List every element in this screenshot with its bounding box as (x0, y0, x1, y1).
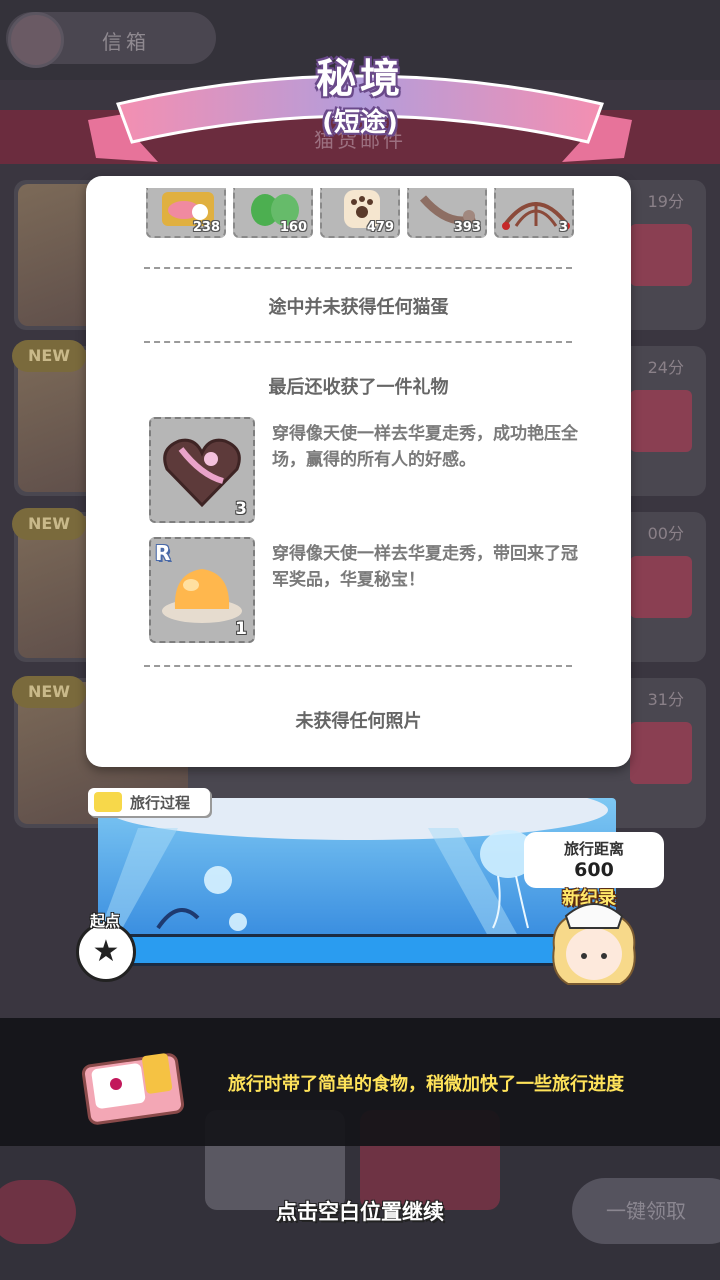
new-badge: NEW (12, 340, 86, 372)
new-badge: NEW (12, 508, 86, 540)
mail-time: 19分 (647, 192, 684, 211)
item-list: 238 160 479 393 3 (146, 188, 576, 238)
gift-icon (630, 722, 692, 784)
new-badge: NEW (12, 676, 86, 708)
gift-description: 穿得像天使一样去华夏走秀，带回来了冠军奖品，华夏秘宝！ (272, 544, 578, 590)
item-count: 3 (558, 220, 568, 235)
divider (144, 267, 572, 269)
distance-box: 旅行距离 600 (524, 832, 664, 888)
gift-count: 1 (235, 619, 247, 639)
airplane-icon (94, 792, 122, 812)
gift-count: 3 (235, 499, 247, 519)
lunchbox-icon (81, 1053, 185, 1125)
travel-progress-bar (104, 934, 574, 966)
gift-slot[interactable]: 3 (149, 417, 255, 523)
gift-heading: 最后还收获了一件礼物 (268, 377, 449, 398)
item-count: 479 (366, 220, 394, 235)
no-egg-text: 途中并未获得任何猫蛋 (268, 297, 449, 318)
item-slot[interactable]: 160 (233, 188, 313, 238)
distance-label: 旅行距离 (563, 840, 624, 858)
star-icon: ★ (76, 922, 136, 982)
item-count: 160 (279, 220, 307, 235)
item-slot[interactable]: 238 (146, 188, 226, 238)
message-text: 旅行时带了简单的食物，稍微加快了一些旅行进度 (228, 1074, 624, 1095)
page-title: 秘境 (316, 56, 404, 102)
item-count: 393 (453, 220, 481, 235)
cat-girl-avatar-icon (552, 903, 636, 985)
travel-process-label: 旅行过程 (130, 794, 191, 812)
item-count: 238 (192, 220, 220, 235)
gift-icon (630, 556, 692, 618)
result-panel: 238 160 479 393 3 途中并未获得任何猫蛋 最后还收获了一件礼物 … (86, 176, 631, 767)
travel-process-tag: 旅行过程 (88, 788, 210, 816)
divider (144, 341, 572, 343)
progress-fill (107, 937, 571, 963)
item-slot[interactable]: 3 (494, 188, 574, 238)
start-label: 起点 (90, 912, 121, 930)
divider (144, 665, 572, 667)
gift-description: 穿得像天使一样去华夏走秀，成功艳压全场，赢得的所有人的好感。 (272, 424, 578, 470)
page-subtitle: (短途) (322, 108, 398, 138)
gift-slot[interactable]: R 1 (149, 537, 255, 643)
mail-time: 31分 (647, 690, 684, 709)
distance-value: 600 (574, 859, 614, 881)
no-photo-text: 未获得任何照片 (295, 711, 422, 732)
rarity-badge: R (155, 541, 171, 565)
gift-icon (630, 224, 692, 286)
mail-time: 24分 (647, 358, 684, 377)
continue-hint[interactable]: 点击空白位置继续 (0, 1196, 720, 1226)
item-slot[interactable]: 393 (407, 188, 487, 238)
gift-icon (630, 390, 692, 452)
item-slot[interactable]: 479 (320, 188, 400, 238)
mail-time: 00分 (647, 524, 684, 543)
